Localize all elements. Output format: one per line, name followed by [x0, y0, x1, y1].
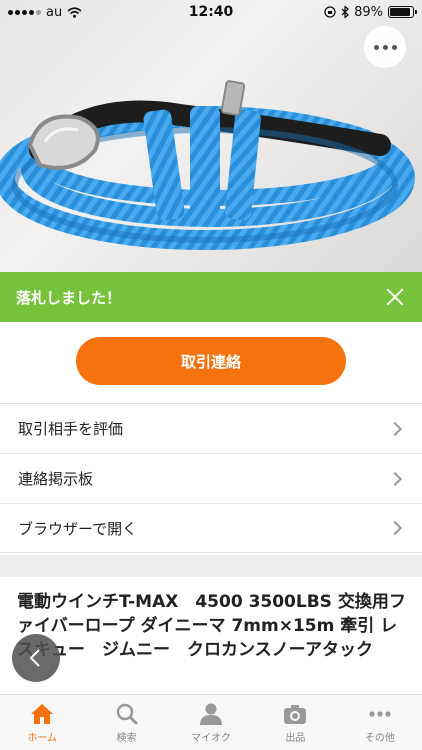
success-banner: 落札しました！: [0, 272, 422, 322]
tab-label: 出品: [285, 732, 306, 744]
battery-icon: [388, 6, 417, 18]
status-right: 89%: [324, 4, 417, 20]
tab-label: マイオク: [191, 732, 231, 744]
more-icon: [369, 710, 391, 717]
battery-percent: 89%: [354, 4, 383, 20]
action-label: 取引相手を評価: [18, 420, 124, 438]
tab-home[interactable]: ホーム: [0, 695, 84, 750]
rope-photo: [0, 80, 415, 250]
item-title: 電動ウインチT-MAX 4500 3500LBS 交換用ファイバーロープ ダイニ…: [17, 592, 406, 660]
action-label: ブラウザーで開く: [18, 519, 138, 538]
tab-label: ホーム: [27, 732, 58, 744]
status-left: au: [8, 5, 82, 20]
carrier-label: au: [46, 4, 63, 20]
message-board-row[interactable]: 連絡掲示板: [0, 453, 422, 503]
tab-other[interactable]: その他: [338, 695, 422, 750]
close-icon[interactable]: [384, 286, 406, 308]
tab-myauction[interactable]: マイオク: [169, 695, 253, 750]
chevron-left-icon: [29, 649, 40, 667]
more-dot: [382, 44, 388, 50]
camera-icon: [284, 704, 307, 724]
tab-label: 検索: [116, 732, 137, 744]
product-image[interactable]: [0, 0, 422, 272]
open-in-browser-row[interactable]: ブラウザーで開く: [0, 503, 422, 553]
action-label: 連絡掲示板: [18, 470, 94, 488]
tab-search[interactable]: 検索: [84, 695, 168, 750]
tab-bar: ホーム 検索 マイオク 出品 その他: [0, 694, 422, 750]
chevron-right-icon: [387, 520, 403, 536]
status-bar: au 12:40 89%: [0, 0, 422, 24]
person-icon: [200, 703, 223, 725]
more-dot: [373, 44, 379, 50]
bluetooth-icon: [341, 6, 350, 18]
back-button[interactable]: [12, 634, 60, 682]
clock: 12:40: [188, 4, 234, 20]
transaction-contact-button[interactable]: 取引連絡: [76, 337, 346, 385]
search-icon: [116, 703, 138, 724]
action-list: 取引相手を評価 連絡掲示板 ブラウザーで開く: [0, 403, 422, 553]
banner-text: 落札しました！: [16, 288, 122, 307]
more-options-button[interactable]: [364, 26, 406, 68]
chevron-right-icon: [387, 471, 403, 486]
tab-label: その他: [364, 732, 395, 744]
more-dot: [391, 44, 397, 50]
rate-partner-row[interactable]: 取引相手を評価: [0, 403, 422, 453]
battery-level: [390, 8, 410, 16]
home-icon: [31, 703, 54, 724]
wifi-icon: [67, 6, 82, 18]
section-divider: [0, 555, 422, 577]
tab-sell[interactable]: 出品: [253, 695, 337, 750]
chevron-right-icon: [387, 421, 403, 436]
orientation-lock-icon: [324, 6, 336, 18]
signal-icon: [8, 9, 41, 15]
